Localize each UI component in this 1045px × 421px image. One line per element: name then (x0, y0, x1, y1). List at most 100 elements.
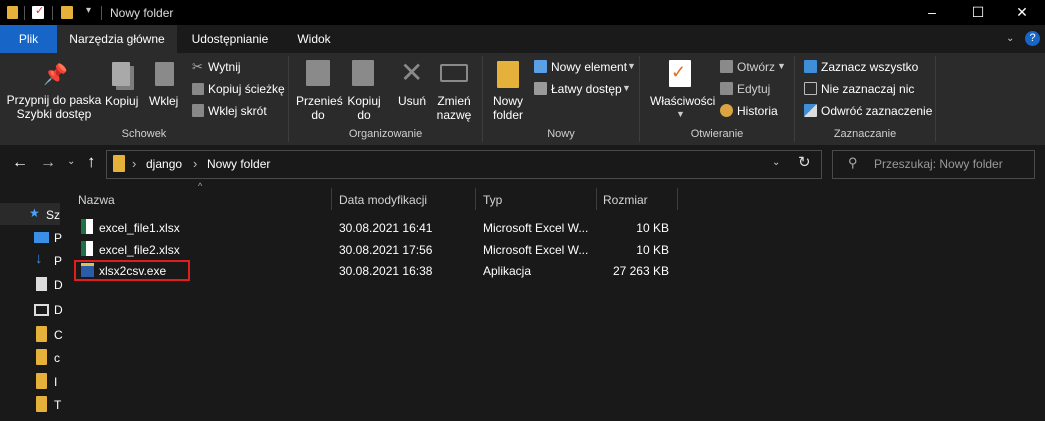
minimize-button[interactable]: – (909, 0, 955, 25)
quick-access-dropdown-icon[interactable]: ▾ (86, 5, 91, 16)
folder-icon (36, 373, 47, 389)
easy-access-icon (534, 82, 547, 95)
history-icon (720, 104, 733, 117)
new-item-button[interactable]: Nowy element (551, 60, 627, 74)
refresh-icon[interactable]: ↻ (798, 154, 811, 172)
copy-button[interactable]: Kopiuj (105, 94, 138, 108)
file-date: 30.08.2021 17:56 (339, 243, 433, 257)
column-header-type[interactable]: Typ (483, 193, 502, 207)
back-arrow-icon[interactable]: ← (12, 154, 28, 172)
column-header-name[interactable]: Nazwa (78, 193, 115, 207)
nav-item-2[interactable]: P (54, 254, 62, 268)
address-dropdown-icon[interactable]: ⌄ (772, 157, 780, 168)
column-divider[interactable] (677, 188, 678, 210)
ribbon-collapse-icon[interactable]: ⌄ (1006, 33, 1014, 44)
nav-item-3[interactable]: D (54, 278, 63, 292)
tab-udostepnianie[interactable]: Udostępnianie (177, 25, 283, 53)
move-to-label-1: Przenieś (296, 94, 343, 108)
breadcrumb-nowy-folder[interactable]: Nowy folder (207, 157, 270, 171)
help-icon[interactable]: ? (1025, 31, 1040, 46)
new-folder-button[interactable]: Nowy folder (486, 94, 530, 122)
nav-item-6[interactable]: c (54, 351, 60, 365)
move-to-icon (306, 60, 330, 86)
copy-to-button[interactable]: Kopiuj do (342, 94, 386, 122)
new-item-dropdown-icon[interactable]: ▼ (627, 61, 636, 71)
paste-shortcut-icon (192, 104, 204, 117)
copy-icon (112, 62, 130, 86)
column-header-date[interactable]: Data modyfikacji (339, 193, 427, 207)
paste-shortcut-button[interactable]: Wklej skrót (208, 104, 267, 118)
cut-icon: ✂ (192, 59, 203, 74)
tab-narzedzia-glowne[interactable]: Narzędzia główne (57, 25, 177, 53)
history-button[interactable]: Historia (737, 104, 778, 118)
group-separator (935, 56, 936, 142)
file-type: Microsoft Excel W... (483, 243, 589, 257)
nav-item-4[interactable]: D (54, 303, 63, 317)
recent-locations-chevron-icon[interactable]: ⌄ (67, 156, 75, 167)
copy-path-icon (192, 83, 204, 95)
file-name: excel_file2.xlsx (99, 243, 180, 257)
select-all-icon (804, 60, 817, 73)
new-folder-quick-icon[interactable] (61, 6, 73, 19)
tab-plik[interactable]: Plik (0, 25, 57, 53)
rename-button[interactable]: Zmień nazwę (432, 94, 476, 122)
invert-selection-button[interactable]: Odwróć zaznaczenie (821, 104, 932, 118)
select-none-button[interactable]: Nie zaznaczaj nic (821, 82, 914, 96)
pin-quick-access-button[interactable]: Przypnij do paska Szybki dostęp (4, 93, 104, 121)
properties-dropdown-icon[interactable]: ▼ (676, 109, 685, 119)
delete-button[interactable]: Usuń (398, 94, 426, 108)
rename-label-2: nazwę (436, 108, 472, 122)
column-header-size[interactable]: Rozmiar (603, 193, 648, 207)
select-none-icon (804, 82, 817, 95)
move-to-button[interactable]: Przenieś do (296, 94, 343, 122)
document-icon (36, 277, 47, 291)
file-name: xlsx2csv.exe (99, 264, 167, 278)
star-icon: ★ (29, 206, 40, 220)
delete-icon: ✕ (400, 57, 424, 88)
file-size: 10 KB (636, 221, 669, 235)
new-folder-icon (497, 61, 519, 88)
group-label-nowy: Nowy (547, 128, 575, 140)
move-to-label-2: do (311, 108, 325, 122)
breadcrumb-django[interactable]: django (146, 157, 182, 171)
table-row[interactable]: excel_file1.xlsx 30.08.2021 16:41 Micros… (74, 216, 678, 238)
column-divider[interactable] (596, 188, 597, 210)
easy-access-button[interactable]: Łatwy dostęp (551, 82, 622, 96)
search-input[interactable]: Przeszukaj: Nowy folder (874, 157, 1003, 171)
picture-icon (34, 304, 49, 316)
table-row[interactable]: xlsx2csv.exe 30.08.2021 16:38 Aplikacja … (74, 260, 678, 282)
group-label-schowek: Schowek (121, 128, 167, 140)
navigation-bar: ← → ⌄ ↑ › django › Nowy folder ⌄ ↻ ⚲ Prz… (0, 145, 1045, 183)
nav-item-5[interactable]: C (54, 328, 63, 342)
close-button[interactable]: ✕ (999, 0, 1045, 25)
edit-button[interactable]: Edytuj (737, 82, 770, 96)
select-all-button[interactable]: Zaznacz wszystko (821, 60, 918, 74)
new-folder-label-2: folder (492, 108, 524, 122)
forward-arrow-icon[interactable]: → (40, 154, 56, 172)
folder-icon (36, 349, 47, 365)
breadcrumb-separator-icon: › (132, 156, 137, 171)
desktop-icon (34, 232, 49, 243)
paste-button[interactable]: Wklej (149, 94, 178, 108)
separator (101, 6, 102, 20)
easy-access-dropdown-icon[interactable]: ▼ (622, 83, 631, 93)
nav-item-7[interactable]: I (54, 375, 57, 389)
copy-to-label-1: Kopiuj (347, 94, 381, 108)
properties-button[interactable]: Właściwości (650, 94, 715, 108)
copy-to-label-2: do (357, 108, 371, 122)
copy-to-icon (352, 60, 374, 86)
file-size: 10 KB (636, 243, 669, 257)
up-arrow-icon[interactable]: ↑ (87, 153, 96, 171)
tab-widok[interactable]: Widok (283, 25, 345, 53)
table-row[interactable]: excel_file2.xlsx 30.08.2021 17:56 Micros… (74, 238, 678, 260)
folder-icon (36, 326, 47, 342)
nav-item-1[interactable]: P (54, 231, 62, 245)
nav-item-8[interactable]: T (54, 398, 61, 412)
column-divider[interactable] (475, 188, 476, 210)
column-divider[interactable] (331, 188, 332, 210)
copy-path-button[interactable]: Kopiuj ścieżkę (208, 82, 285, 96)
open-dropdown-icon[interactable]: ▼ (777, 61, 786, 71)
open-button[interactable]: Otwórz (737, 60, 775, 74)
cut-button[interactable]: Wytnij (208, 60, 241, 74)
maximize-button[interactable]: ☐ (955, 0, 1001, 25)
